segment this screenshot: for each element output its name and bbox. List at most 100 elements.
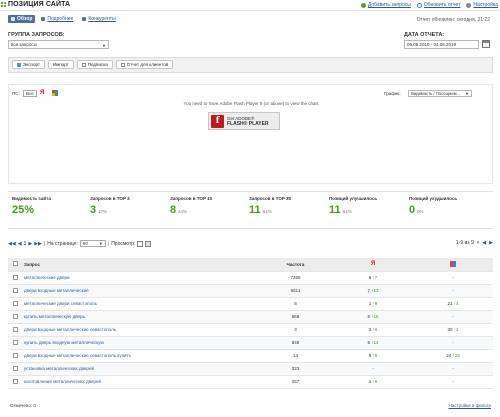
- import-button[interactable]: Импорт: [47, 60, 74, 69]
- row-checkbox[interactable]: [12, 326, 18, 332]
- google-position-cell: 24 ↑23: [413, 349, 493, 363]
- yandex-position: 9: [368, 353, 372, 358]
- subscribe-button[interactable]: Подписка: [76, 60, 113, 69]
- yandex-delta: ↑14: [371, 340, 379, 345]
- settings-filter-link[interactable]: Настройки и фильтр: [449, 403, 491, 408]
- yandex-position: 8: [367, 314, 370, 319]
- prev-page-icon[interactable]: ◀: [482, 240, 486, 246]
- table-row: двери входные металлические севастополь 3…: [8, 323, 493, 337]
- row-checkbox[interactable]: [12, 352, 18, 358]
- stat-value: 8: [170, 204, 177, 216]
- yandex-position: -: [372, 366, 374, 371]
- query-cell[interactable]: двери входные металлические севастополь …: [22, 349, 258, 363]
- group-selected-value: все запросы: [11, 42, 37, 47]
- google-position: -: [452, 288, 454, 293]
- table-footer: Отмечено: 0 Настройки и фильтр: [8, 402, 493, 411]
- pager-divider: |: [43, 240, 46, 247]
- frequency-cell: 3: [258, 323, 333, 337]
- group-select[interactable]: все запросы ▼: [8, 40, 109, 49]
- prev-page-icon[interactable]: ◀: [18, 241, 22, 247]
- calendar-icon[interactable]: [482, 40, 490, 48]
- query-cell[interactable]: двери входные металлические севастополь: [22, 323, 258, 337]
- row-select-cell: [8, 271, 22, 285]
- client-report-button[interactable]: Отчет для клиентов: [115, 60, 174, 69]
- frequency-cell: 323: [258, 362, 333, 376]
- query-cell[interactable]: двери входные металлические: [22, 284, 258, 298]
- row-checkbox[interactable]: [12, 378, 18, 384]
- stat-value: 3: [90, 204, 97, 216]
- google-column-header[interactable]: [413, 258, 493, 272]
- refresh-report-label: Обновить отчет: [423, 2, 461, 8]
- select-all-cell: [8, 258, 22, 272]
- yandex-position-cell: 5 ↑14: [333, 336, 413, 350]
- queries-table: Запрос Частота Я металлические двери 7266…: [8, 258, 493, 389]
- google-delta: ↑4: [453, 301, 459, 306]
- yandex-column-header[interactable]: Я: [333, 258, 413, 272]
- first-page-icon[interactable]: ◀◀: [8, 241, 16, 247]
- yandex-delta: ↑15: [371, 314, 379, 319]
- add-queries-link[interactable]: Добавить запросы: [360, 2, 411, 8]
- list-view-icon[interactable]: [137, 240, 144, 247]
- tab-details[interactable]: Подробнее: [38, 15, 76, 23]
- get-flash-player-button[interactable]: f Get ADOBE® FLASH® PLAYER: [208, 112, 280, 130]
- query-cell[interactable]: купить дверь входную металлическую: [22, 336, 258, 350]
- row-checkbox[interactable]: [12, 287, 18, 293]
- query-cell[interactable]: металлические двери севастополь: [22, 297, 258, 311]
- row-checkbox[interactable]: [12, 365, 18, 371]
- yandex-position-cell: 9 ↑6: [333, 349, 413, 363]
- query-cell[interactable]: купить металлическую дверь: [22, 310, 258, 324]
- row-checkbox[interactable]: [12, 274, 18, 280]
- yandex-icon[interactable]: Я: [40, 90, 44, 96]
- page-header: ПОЗИЦИЯ САЙТА Добавить запросы Обновить …: [0, 0, 500, 11]
- yandex-position-cell: 8 ↑15: [333, 310, 413, 324]
- google-position-cell: -: [413, 375, 493, 389]
- grid-view-icon[interactable]: [145, 240, 152, 247]
- google-position: -: [452, 366, 454, 371]
- row-checkbox[interactable]: [12, 339, 18, 345]
- stat-top10: Запросов в TOP 10 8 44%: [170, 196, 225, 216]
- next-page-icon[interactable]: ▶: [28, 241, 32, 247]
- tab-competitors[interactable]: Конкуренты: [79, 15, 118, 23]
- google-position-cell: -: [413, 336, 493, 350]
- settings-link[interactable]: Настройка: [466, 2, 498, 8]
- chart-panel: ПС: Все Я График: Видимость / Посещаем..…: [8, 84, 493, 184]
- query-column-header[interactable]: Запрос: [22, 258, 258, 272]
- query-cell[interactable]: металлические двери: [22, 271, 258, 285]
- google-icon: [450, 260, 456, 267]
- filter-icon[interactable]: ▾: [477, 240, 480, 246]
- frequency-cell: 14: [258, 349, 333, 363]
- row-checkbox[interactable]: [12, 300, 18, 306]
- per-page-select[interactable]: 50 ▼: [79, 240, 106, 247]
- export-button[interactable]: Экспорт: [12, 60, 45, 69]
- stats-panel: Видимость сайта 25% Запросов в TOP 3 3 17…: [8, 191, 493, 229]
- frequency-cell: 6511: [258, 284, 333, 298]
- query-cell[interactable]: изготовление металлических дверей: [22, 375, 258, 389]
- refresh-report-link[interactable]: Обновить отчет: [416, 2, 461, 8]
- search-engine-label: ПС:: [12, 91, 20, 96]
- flash-logo-icon: f: [211, 115, 224, 128]
- graph-selected-value: Видимость / Посещаем...: [411, 91, 461, 96]
- date-range-input[interactable]: 05.05.2019 - 04.06.2019: [404, 40, 479, 49]
- report-updated-text: Отчет обновлен: сегодня, 21:22: [416, 17, 490, 23]
- frequency-column-header[interactable]: Частота: [258, 258, 333, 272]
- frequency-cell: 7266: [258, 271, 333, 285]
- google-icon[interactable]: [52, 90, 58, 96]
- row-checkbox[interactable]: [12, 313, 18, 319]
- select-all-checkbox[interactable]: [12, 261, 18, 267]
- toolbar-buttons: Экспорт Импорт Подписка Отчет для клиент…: [12, 60, 174, 69]
- yandex-delta: ↑13: [371, 288, 379, 293]
- last-page-icon[interactable]: ▶▶: [34, 241, 42, 247]
- yandex-position-cell: -: [333, 362, 413, 376]
- se-all-button[interactable]: Все: [23, 90, 37, 97]
- tab-overview-label: Обзор: [17, 16, 33, 22]
- pager-divider: |: [107, 240, 110, 247]
- graph-type-select[interactable]: Видимость / Посещаем... ▼: [408, 90, 472, 97]
- flash-product-text: FLASH® PLAYER: [227, 121, 269, 127]
- subscribe-icon: [81, 62, 86, 67]
- next-page-icon[interactable]: ▶: [489, 240, 493, 246]
- yandex-position-cell: 7 ↑13: [333, 284, 413, 298]
- tab-overview[interactable]: Обзор: [8, 15, 36, 23]
- query-cell[interactable]: установка металлических дверей: [22, 362, 258, 376]
- yandex-position-cell: 1 ↑6: [333, 375, 413, 389]
- page-number[interactable]: 1: [24, 241, 27, 247]
